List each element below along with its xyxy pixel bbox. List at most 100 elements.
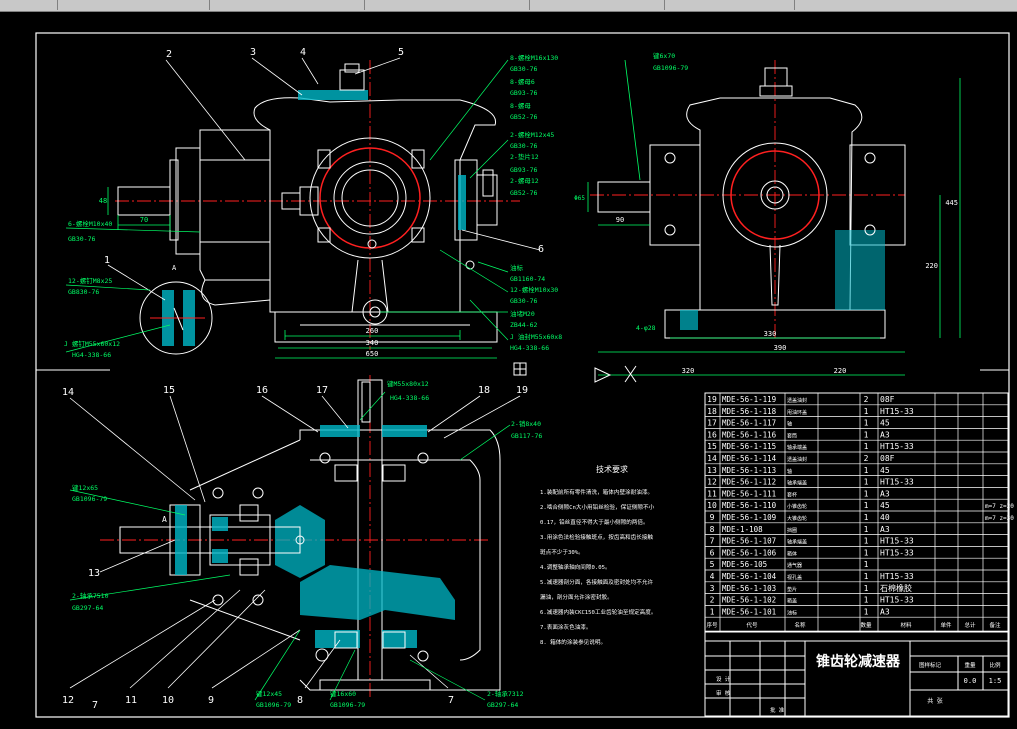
callout-top-right: 油堵M20 bbox=[510, 309, 535, 318]
callout-section: GB1096-79 bbox=[72, 495, 107, 503]
part-number: 13 bbox=[88, 568, 100, 579]
callout-left: HG4-338-66 bbox=[72, 351, 111, 359]
tab[interactable] bbox=[530, 0, 665, 10]
tab[interactable] bbox=[665, 0, 795, 10]
callout-top-right: 2-螺栓M12x45 bbox=[510, 130, 554, 139]
bom-header: 代号 bbox=[746, 621, 758, 629]
dim-front-70: 70 bbox=[140, 216, 148, 224]
cad-drawing-canvas[interactable]: 70 48 260 340 650 2 3 4 5 1 6 A 6-螺栓M10x… bbox=[0, 11, 1017, 729]
bom-no: 2 bbox=[710, 596, 715, 605]
bom-name: 轴 bbox=[787, 468, 792, 475]
bom-name: 甩油环盖 bbox=[787, 409, 807, 416]
bom-code: MDE-56-1-114 bbox=[722, 454, 777, 463]
bom-header: 单件 bbox=[940, 621, 952, 629]
callout-top-right: GB30-76 bbox=[510, 297, 537, 305]
bom-code: MDE-56-1-101 bbox=[722, 607, 776, 616]
tech-req-line: 7.表面涂灰色油漆。 bbox=[540, 623, 592, 631]
bom-material: A3 bbox=[880, 430, 890, 439]
bom-qty: 2 bbox=[864, 454, 869, 463]
callout-section: GB1096-79 bbox=[256, 701, 291, 709]
bom-qty: 1 bbox=[864, 584, 869, 593]
dim-side: 220 bbox=[834, 367, 847, 375]
tech-req-line: 3.用涂色法检验接触斑点，按齿高和齿长接触 bbox=[540, 533, 653, 541]
callout-top-right: GB1160-74 bbox=[510, 275, 545, 283]
bom-header: 总计 bbox=[964, 621, 976, 629]
dim-side: 330 bbox=[764, 330, 777, 338]
bom-qty: 1 bbox=[864, 548, 869, 557]
bom-material: A3 bbox=[880, 489, 890, 498]
tab[interactable] bbox=[210, 0, 365, 10]
tech-req-line: 0.17，铅丝直径不得大于最小侧隙的两倍。 bbox=[540, 518, 649, 526]
bom-name: 垫片 bbox=[787, 586, 797, 593]
bom-no: 13 bbox=[707, 466, 717, 475]
bom-code: MDE-56-1-109 bbox=[722, 513, 776, 522]
section-label: A bbox=[162, 515, 167, 524]
callout-left: 12-螺钉M8x25 bbox=[68, 276, 112, 285]
tech-req-line: 1.装配前所有零件清洗，箱体内壁涂耐油漆。 bbox=[540, 488, 653, 496]
bom-name: 箱体 bbox=[787, 550, 797, 557]
bom-qty: 1 bbox=[864, 430, 869, 439]
tech-req-line: 8. 箱体的涂装参见说明。 bbox=[540, 638, 606, 646]
dim-side: 390 bbox=[774, 344, 787, 352]
callout-section: GB297-64 bbox=[72, 604, 103, 612]
callout-top-right: 12-螺栓M10x30 bbox=[510, 285, 558, 294]
bom-code: MDE-56-1-102 bbox=[722, 596, 776, 605]
bom-material: 45 bbox=[880, 501, 890, 510]
tech-req-title: 技术要求 bbox=[596, 464, 628, 474]
callout-top-right: 8-螺栓M16x130 bbox=[510, 53, 558, 62]
callout-section: GB1096-79 bbox=[330, 701, 365, 709]
technical-requirements: 技术要求 1.装配前所有零件清洗，箱体内壁涂耐油漆。 2.啮合侧隙Cn大小用铅丝检… bbox=[540, 464, 656, 646]
callout-section: 2-销8x40 bbox=[511, 419, 541, 428]
bom-code: MDE-56-1-118 bbox=[722, 407, 777, 416]
bom-qty: 1 bbox=[864, 442, 869, 451]
bom-name: 箱盖 bbox=[787, 598, 797, 605]
tab[interactable] bbox=[365, 0, 530, 10]
callout-section: 键M55x80x12 bbox=[387, 379, 429, 388]
tech-req-line: 5.减速器剖分面，各接触面及密封处均不允许 bbox=[540, 578, 653, 586]
sheet-label: 共 张 bbox=[927, 697, 943, 705]
bom-no: 6 bbox=[710, 548, 715, 557]
bom-material: 08F bbox=[880, 395, 895, 404]
bom-name: 轴承端盖 bbox=[787, 539, 807, 546]
bom-material: 45 bbox=[880, 466, 890, 475]
part-number: 4 bbox=[300, 47, 306, 58]
bom-qty: 1 bbox=[864, 537, 869, 546]
callout-section: 2-轴承7510 bbox=[72, 591, 109, 600]
part-number: 15 bbox=[163, 385, 175, 396]
bom-no: 19 bbox=[707, 395, 717, 404]
bom-qty: 1 bbox=[864, 596, 869, 605]
bom-material: HT15-33 bbox=[880, 478, 914, 487]
callout-top-right: GB52-76 bbox=[510, 189, 537, 197]
bom-material: HT15-33 bbox=[880, 548, 914, 557]
bom-qty: 1 bbox=[864, 478, 869, 487]
tech-req-line: 2.啮合侧隙Cn大小用铅丝检验，保证侧隙不小 bbox=[540, 503, 655, 511]
callout-section: GB297-64 bbox=[487, 701, 518, 709]
title-block-label: 重量 bbox=[964, 661, 976, 669]
part-number: 10 bbox=[162, 695, 174, 706]
bom-qty: 1 bbox=[864, 560, 869, 569]
part-number: 7 bbox=[448, 695, 454, 706]
tab[interactable] bbox=[0, 0, 58, 10]
part-number: 18 bbox=[478, 385, 490, 396]
callout-top-right: 8-螺母6 bbox=[510, 77, 535, 86]
part-number: 3 bbox=[250, 47, 256, 58]
bom-material: 石棉橡胶 bbox=[880, 583, 912, 593]
tab[interactable] bbox=[58, 0, 210, 10]
bom-material: A3 bbox=[880, 607, 890, 616]
callout-top-right: 8-螺母 bbox=[510, 101, 531, 110]
bom-no: 7 bbox=[710, 537, 715, 546]
bom-name: 轴 bbox=[787, 421, 792, 428]
weight-value: 0.0 bbox=[964, 677, 977, 685]
callout-top-right: GB93-76 bbox=[510, 89, 537, 97]
bom-name: 轴承端盖 bbox=[787, 480, 807, 487]
dim-side: 220 bbox=[925, 262, 938, 270]
dim-front-650: 650 bbox=[366, 350, 379, 358]
side-view bbox=[513, 59, 961, 383]
bom-qty: 1 bbox=[864, 607, 869, 616]
gear-param: m=7 z=20 bbox=[985, 503, 1014, 510]
title-block-label: 图样标记 bbox=[919, 661, 942, 669]
callout-top-right: GB93-76 bbox=[510, 166, 537, 174]
bom-no: 1 bbox=[710, 607, 715, 616]
callout-section: GB117-76 bbox=[511, 432, 542, 440]
callout-top-right: 油标 bbox=[510, 263, 524, 272]
